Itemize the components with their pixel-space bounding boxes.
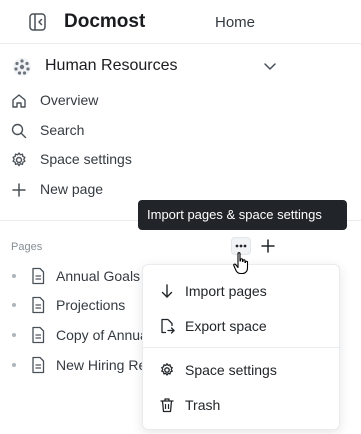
page-title: Annual Goals — [56, 268, 141, 284]
menu-item-import-pages[interactable]: Import pages — [151, 275, 333, 307]
tree-bullet — [12, 274, 16, 278]
search-icon — [10, 122, 28, 140]
app-logo-text[interactable]: Docmost — [64, 11, 145, 33]
nav-item-label: Overview — [40, 92, 99, 108]
pages-section-label: Pages — [11, 241, 43, 253]
tree-bullet — [12, 363, 16, 367]
space-selector[interactable]: Human Resources — [0, 52, 300, 82]
menu-item-label: Export space — [185, 318, 267, 334]
home-link[interactable]: Home — [215, 14, 255, 31]
menu-item-label: Space settings — [185, 362, 277, 378]
tree-bullet — [12, 333, 16, 337]
page-title: Projections — [56, 297, 126, 313]
nav-item-label: New page — [40, 181, 104, 197]
pages-dropdown-menu: Import pages Export space Space settings — [142, 264, 341, 430]
menu-item-label: Import pages — [185, 283, 267, 299]
menu-item-export-space[interactable]: Export space — [151, 310, 333, 342]
gear-icon — [159, 362, 175, 378]
arrow-down-icon — [159, 283, 175, 299]
nav-item-label: Space settings — [40, 151, 132, 167]
plus-icon — [10, 181, 28, 199]
gear-icon — [10, 151, 28, 169]
space-avatar-icon — [11, 56, 33, 78]
tooltip: Import pages & space settings — [138, 200, 347, 230]
nav-item-space-settings[interactable]: Space settings — [0, 146, 300, 174]
app-header: Docmost Home — [0, 0, 361, 44]
nav-item-label: Search — [40, 122, 85, 138]
menu-item-label: Trash — [185, 397, 221, 413]
nav-item-overview[interactable]: Overview — [0, 87, 300, 115]
sidebar-toggle-icon[interactable] — [26, 11, 48, 33]
menu-divider — [143, 347, 341, 348]
space-name: Human Resources — [45, 57, 178, 74]
document-icon — [30, 267, 46, 285]
menu-item-trash[interactable]: Trash — [151, 389, 333, 421]
document-icon — [30, 356, 46, 374]
export-icon — [159, 318, 175, 334]
home-icon — [10, 92, 28, 110]
hand-pointer-cursor-icon — [232, 251, 250, 275]
add-page-button[interactable] — [258, 237, 278, 255]
chevron-down-icon[interactable] — [262, 58, 278, 74]
document-icon — [30, 326, 46, 344]
trash-icon — [159, 397, 175, 413]
menu-item-space-settings[interactable]: Space settings — [151, 354, 333, 386]
document-icon — [30, 296, 46, 314]
nav-item-search[interactable]: Search — [0, 117, 300, 145]
tree-bullet — [12, 303, 16, 307]
